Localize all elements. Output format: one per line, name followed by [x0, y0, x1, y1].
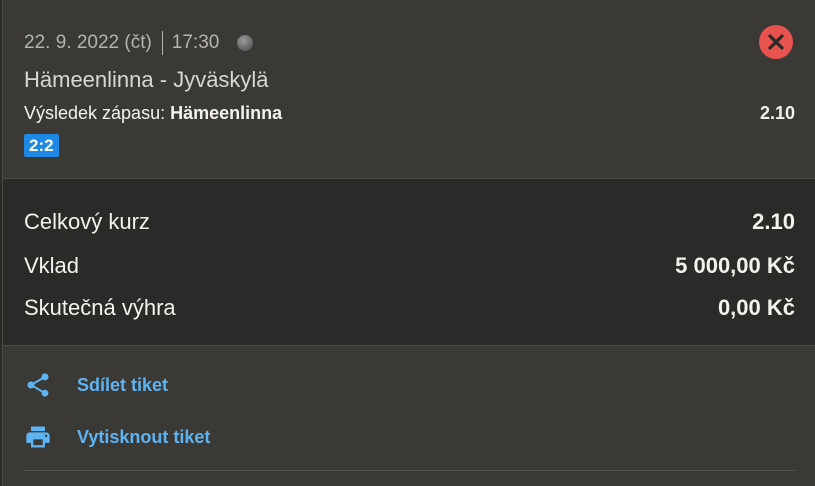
bet-ticket-card: 22. 9. 2022 (čt) 17:30 Hämeenlinna - Jyv… [2, 0, 815, 486]
close-button[interactable] [759, 25, 793, 59]
selection-odds: 2.10 [759, 103, 795, 123]
printer-icon [26, 426, 50, 448]
match-time: 17:30 [171, 32, 220, 53]
total-odds-value: 2.10 [752, 209, 795, 234]
total-odds-label: Celkový kurz [24, 209, 150, 234]
status-dot-icon [237, 35, 254, 51]
win-value: 0,00 Kč [717, 295, 795, 320]
bet-header: 22. 9. 2022 (čt) 17:30 Hämeenlinna - Jyv… [3, 0, 815, 178]
match-meta: 22. 9. 2022 (čt) 17:30 [24, 31, 254, 55]
share-ticket-button[interactable]: Sdílet tiket [24, 371, 168, 399]
market-label: Výsledek zápasu: [24, 103, 166, 123]
print-ticket-button[interactable]: Vytisknout tiket [24, 423, 210, 451]
win-label: Skutečná výhra [24, 295, 176, 320]
total-odds-row: Celkový kurz 2.10 [24, 209, 795, 235]
stake-label: Vklad [24, 253, 80, 278]
selection-name: Hämeenlinna [170, 103, 283, 123]
print-ticket-label: Vytisknout tiket [77, 426, 211, 447]
share-ticket-label: Sdílet tiket [77, 374, 169, 395]
close-icon [768, 34, 784, 50]
stake-row: Vklad 5 000,00 Kč [24, 253, 795, 279]
match-name: Hämeenlinna - Jyväskylä [24, 67, 269, 92]
bet-summary: Celkový kurz 2.10 Vklad 5 000,00 Kč Skut… [3, 178, 815, 346]
stake-value: 5 000,00 Kč [675, 253, 795, 278]
meta-separator [161, 31, 163, 55]
ticket-actions: Sdílet tiket Vytisknout tiket [3, 346, 815, 486]
win-row: Skutečná výhra 0,00 Kč [24, 295, 795, 321]
score-badge: 2:2 [24, 134, 59, 157]
match-date: 22. 9. 2022 (čt) [24, 32, 152, 53]
bottom-divider [24, 470, 795, 471]
market-line: Výsledek zápasu: Hämeenlinna [24, 103, 282, 124]
share-icon [27, 373, 49, 397]
